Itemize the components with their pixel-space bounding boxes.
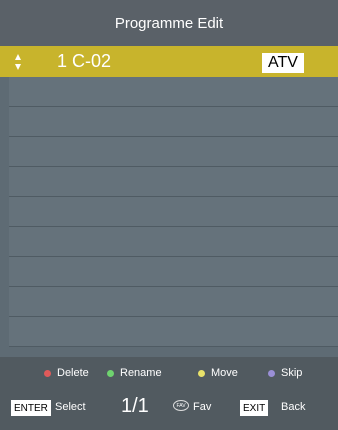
list-item[interactable] [9,107,338,137]
list-item[interactable] [9,227,338,257]
list-item[interactable] [9,317,338,347]
page-indicator: 1/1 [121,395,149,417]
fav-icon: FAV [173,400,189,411]
tv-menu-screen: Programme Edit 1 C-02 ATV Delete Rename [0,0,338,430]
channel-number: 1 [57,51,68,71]
green-dot-icon [107,369,114,377]
fav-label: Fav [193,401,212,413]
page-title: Programme Edit [114,14,224,32]
legend-rename: Rename [107,367,162,379]
red-dot-icon [44,369,51,377]
legend-skip: Skip [268,367,302,379]
header: Programme Edit [0,0,338,46]
yellow-dot-icon [198,369,205,377]
legend-label: Delete [57,367,89,379]
blue-dot-icon [268,369,275,377]
legend-label: Rename [120,367,162,379]
list-item[interactable] [9,77,338,107]
list-item[interactable] [9,167,338,197]
enter-key: ENTER [11,400,51,416]
exit-label: Back [281,401,306,413]
footer: Delete Rename Move Skip ENTER Select 1/1… [0,357,338,430]
legend-label: Skip [281,367,303,379]
channel-name: C-02 [72,51,112,71]
legend-delete: Delete [44,367,89,379]
exit-key: EXIT [240,400,269,416]
legend-move: Move [198,367,238,379]
legend-label: Move [211,367,238,379]
up-down-arrow-icon [15,54,21,70]
key-hints: ENTER Select 1/1 FAV Fav EXIT Back [0,395,338,421]
channel-row-selected[interactable]: 1 C-02 ATV [0,46,338,77]
list-item[interactable] [9,197,338,227]
list-item[interactable] [9,137,338,167]
type-badge: ATV [262,53,304,73]
list-item[interactable] [9,287,338,317]
channel-label: 1 C-02 [57,51,111,72]
enter-label: Select [55,401,86,413]
channel-list [9,77,338,347]
list-item[interactable] [9,257,338,287]
